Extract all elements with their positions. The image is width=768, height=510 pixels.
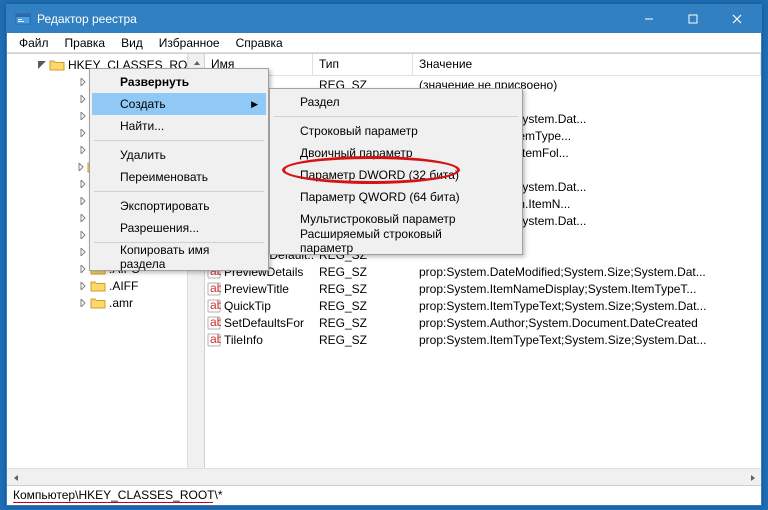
col-value[interactable]: Значение [413,54,761,75]
menu-item[interactable]: Развернуть [92,71,266,93]
table-row[interactable]: abSetDefaultsFor REG_SZ prop:System.Auth… [205,314,761,331]
menu-item[interactable]: Экспортировать [92,195,266,217]
close-button[interactable] [715,5,759,33]
chevron-right-icon[interactable] [77,144,88,155]
maximize-button[interactable] [671,5,715,33]
menu-item[interactable]: Параметр DWORD (32 бита) [272,164,520,186]
menu-item[interactable]: Разрешения... [92,217,266,239]
chevron-right-icon[interactable] [77,161,85,172]
context-menu: РазвернутьСоздать▶Найти... УдалитьПереиме… [89,68,269,271]
minimize-button[interactable] [627,5,671,33]
chevron-right-icon[interactable] [77,212,88,223]
svg-text:ab: ab [210,316,221,329]
hscrollbar[interactable] [7,468,761,485]
table-row[interactable]: abQuickTip REG_SZ prop:System.ItemTypeTe… [205,297,761,314]
reg-string-icon: ab [207,333,221,347]
svg-text:ab: ab [210,282,221,295]
table-row[interactable]: abPreviewTitle REG_SZ prop:System.ItemNa… [205,280,761,297]
menu-item[interactable]: Копировать имя раздела [92,246,266,268]
context-submenu: Раздел Строковый параметрДвоичный парамет… [269,88,523,255]
menu-item[interactable]: Двоичный параметр [272,142,520,164]
menubar: Файл Правка Вид Избранное Справка [7,33,761,53]
menu-item[interactable]: Переименовать [92,166,266,188]
menu-item[interactable]: Удалить [92,144,266,166]
menu-item[interactable]: Раздел [272,91,520,113]
col-type[interactable]: Тип [313,54,413,75]
chevron-right-icon[interactable] [77,246,88,257]
chevron-right-icon[interactable] [77,229,88,240]
menu-item[interactable]: Найти... [92,115,266,137]
chevron-right-icon[interactable] [77,93,88,104]
chevron-down-icon[interactable] [37,59,47,70]
statusbar: Компьютер\HKEY_CLASSES_ROOT\* [7,485,761,505]
chevron-right-icon[interactable] [77,110,88,121]
chevron-right-icon[interactable] [77,195,88,206]
scroll-right-icon[interactable] [744,469,761,485]
svg-text:ab: ab [210,333,221,346]
folder-icon [90,296,106,310]
chevron-right-icon[interactable] [77,263,88,274]
chevron-right-icon[interactable] [77,280,88,291]
svg-text:ab: ab [210,299,221,312]
reg-string-icon: ab [207,282,221,296]
list-header: Имя Тип Значение [205,54,761,76]
chevron-right-icon[interactable] [77,178,88,189]
menu-item[interactable]: Параметр QWORD (64 бита) [272,186,520,208]
status-path: Компьютер\HKEY_CLASSES_ROOT\* [13,488,223,502]
folder-icon [90,279,106,293]
chevron-right-icon[interactable] [77,76,88,87]
window-title: Редактор реестра [37,12,627,26]
menu-help[interactable]: Справка [228,34,291,52]
titlebar[interactable]: Редактор реестра [7,5,761,33]
annotation-underline [13,502,213,503]
tree-item[interactable]: .amr [7,294,204,311]
folder-icon [49,58,65,72]
menu-item[interactable]: Строковый параметр [272,120,520,142]
chevron-right-icon[interactable] [77,297,88,308]
menu-item[interactable]: Создать▶ [92,93,266,115]
scroll-left-icon[interactable] [7,469,24,485]
tree-item[interactable]: .AIFF [7,277,204,294]
menu-item[interactable]: Расширяемый строковый параметр [272,230,520,252]
app-icon [15,11,31,27]
menu-file[interactable]: Файл [11,34,57,52]
menu-edit[interactable]: Правка [57,34,114,52]
table-row[interactable]: abPreviewDetails REG_SZ prop:System.Date… [205,263,761,280]
reg-string-icon: ab [207,316,221,330]
reg-string-icon: ab [207,299,221,313]
table-row[interactable]: abTileInfo REG_SZ prop:System.ItemTypeTe… [205,331,761,348]
menu-view[interactable]: Вид [113,34,151,52]
menu-favorites[interactable]: Избранное [151,34,228,52]
chevron-right-icon[interactable] [77,127,88,138]
